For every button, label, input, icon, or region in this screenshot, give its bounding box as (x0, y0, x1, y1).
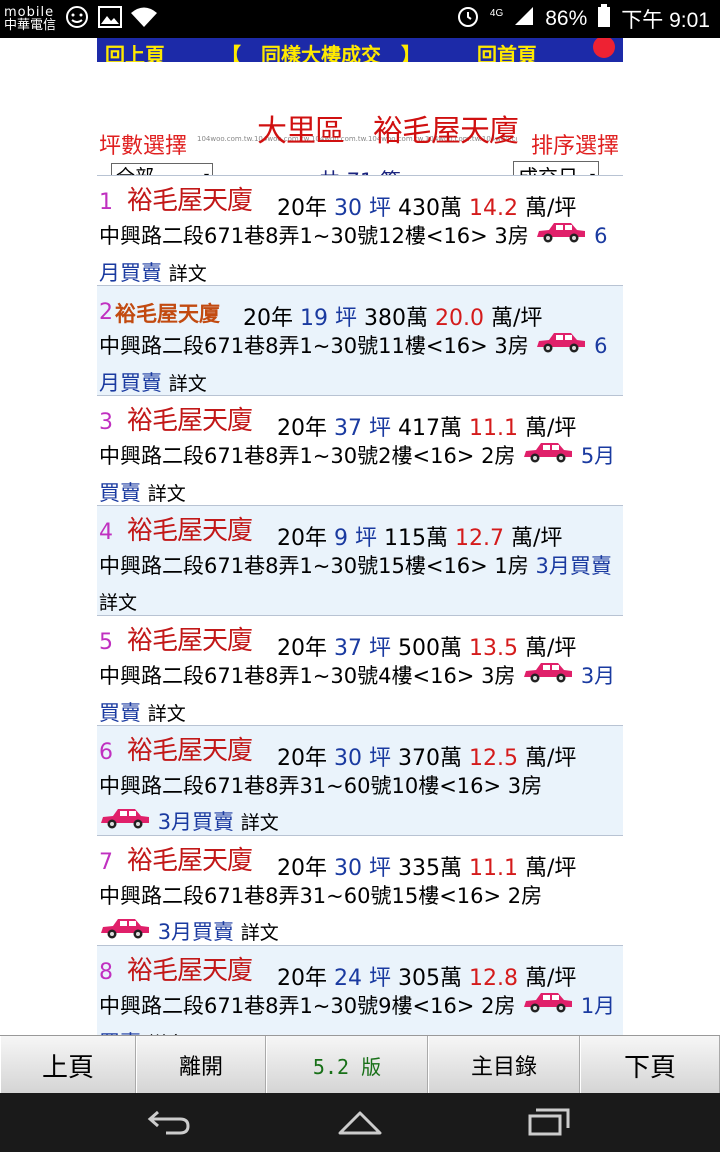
recent-apps-icon[interactable] (526, 1107, 572, 1141)
web-content: 回上頁 【 同樣大樓成交 】 回首頁 104woo.com.tw.104woo.… (97, 38, 623, 1035)
car-icon (522, 659, 574, 695)
home-link[interactable]: 回首頁 (477, 39, 537, 62)
listing-month: 3月買賣 (157, 810, 235, 834)
detail-link[interactable]: 詳文 (148, 483, 186, 505)
listing-address: 中興路二段671巷8弄1~30號4樓<16> 3房 (99, 664, 516, 688)
listing-detail-row: 中興路二段671巷8弄1~30號2樓<16> 2房 5月買賣 詳文 (99, 438, 617, 512)
back-link[interactable]: 回上頁 (105, 39, 165, 62)
listing-item[interactable]: 7 裕毛屋天廈 20年 30 坪 335萬 11.1 萬/坪 中興路二段671巷8弄3… (97, 835, 623, 945)
clock: 下午 9:01 (621, 9, 710, 32)
image-icon (98, 6, 123, 32)
listing-detail-row: 中興路二段671巷8弄1~30號15樓<16> 1房 3月買賣 詳文 (99, 548, 617, 621)
listing-address: 中興路二段671巷8弄1~30號12樓<16> 3房 (99, 224, 529, 248)
listing-address: 中興路二段671巷8弄1~30號9樓<16> 2房 (99, 994, 516, 1018)
listing-item[interactable]: 3 裕毛屋天廈 20年 37 坪 417萬 11.1 萬/坪 中興路二段671巷8弄1… (97, 395, 623, 505)
listing-building-name[interactable]: 裕毛屋天廈 (127, 180, 253, 217)
area-select-label: 坪數選擇 (99, 134, 188, 159)
main-menu-button[interactable]: 主目錄 (428, 1036, 580, 1094)
listing-item[interactable]: 6 裕毛屋天廈 20年 30 坪 370萬 12.5 萬/坪 中興路二段671巷8弄3… (97, 725, 623, 835)
listing-building-name[interactable]: 裕毛屋天廈 (127, 950, 253, 987)
detail-link[interactable]: 詳文 (241, 922, 279, 944)
carrier-sub: 中華電信 (4, 18, 57, 33)
listing-address: 中興路二段671巷8弄31~60號15樓<16> 2房 (99, 884, 543, 908)
listing-number: 1 (99, 190, 113, 215)
listing-month: 3月買賣 (535, 554, 612, 578)
listing-building-name[interactable]: 裕毛屋天廈 (127, 840, 253, 877)
detail-link[interactable]: 詳文 (169, 373, 207, 395)
listing-building-name[interactable]: 裕毛屋天廈 (115, 298, 220, 328)
listing-number: 5 (99, 630, 113, 655)
listing-number: 3 (99, 410, 113, 435)
alarm-icon (456, 4, 480, 34)
listing-detail-row: 中興路二段671巷8弄1~30號12樓<16> 3房 6月買賣 詳文 (99, 218, 617, 292)
detail-link[interactable]: 詳文 (99, 592, 137, 614)
car-icon (535, 219, 587, 255)
detail-link[interactable]: 詳文 (241, 812, 279, 834)
page-title: 大里區 裕毛屋天廈 (257, 114, 519, 149)
listing-number: 6 (99, 740, 113, 765)
sort-select-label: 排序選擇 (530, 134, 619, 159)
car-icon (535, 329, 587, 365)
listing-item[interactable]: 8 裕毛屋天廈 20年 24 坪 305萬 12.8 萬/坪 中興路二段671巷8弄1… (97, 945, 623, 1035)
listing-item[interactable]: 4 裕毛屋天廈 20年 9 坪 115萬 12.7 萬/坪 中興路二段671巷8弄1~… (97, 505, 623, 615)
back-icon[interactable] (146, 1107, 192, 1141)
listing-detail-row: 中興路二段671巷8弄1~30號11樓<16> 3房 6月買賣 詳文 (99, 328, 617, 402)
exit-button[interactable]: 離開 (136, 1036, 266, 1094)
listing-building-name[interactable]: 裕毛屋天廈 (127, 730, 253, 767)
android-nav-bar (0, 1093, 720, 1152)
listing-address: 中興路二段671巷8弄1~30號11樓<16> 3房 (99, 334, 529, 358)
listing-number: 7 (99, 850, 113, 875)
listing-item[interactable]: 2 裕毛屋天廈 20年 19 坪 380萬 20.0 萬/坪 中興路二段671巷8弄1… (97, 285, 623, 395)
next-page-button[interactable]: 下頁 (580, 1036, 720, 1094)
detail-link[interactable]: 詳文 (169, 263, 207, 285)
face-icon (64, 4, 90, 34)
car-icon (522, 439, 574, 475)
page-header: 104woo.com.tw.104woo.com.tw.104woo.com.t… (97, 62, 623, 193)
listing-detail-row: 中興路二段671巷8弄1~30號9樓<16> 2房 1月買賣 詳文 (99, 988, 617, 1035)
listing-building-name[interactable]: 裕毛屋天廈 (127, 620, 253, 657)
same-building-link[interactable]: 【 同樣大樓成交 】 (221, 39, 421, 62)
version-button[interactable]: 5.2 版 (266, 1036, 428, 1094)
carrier-logo: mobile 中華電信 (4, 6, 56, 32)
listing-detail-row: 中興路二段671巷8弄31~60號15樓<16> 2房 3月買賣 詳文 (99, 878, 617, 951)
listing-building-name[interactable]: 裕毛屋天廈 (127, 400, 253, 437)
prev-page-button[interactable]: 上頁 (0, 1036, 136, 1094)
listing-month: 3月買賣 (157, 920, 235, 944)
car-icon (522, 989, 574, 1025)
battery-icon (597, 4, 611, 34)
listing-detail-row: 中興路二段671巷8弄31~60號10樓<16> 3房 3月買賣 詳文 (99, 768, 617, 841)
top-nav: 回上頁 【 同樣大樓成交 】 回首頁 (97, 38, 623, 62)
listing-number: 4 (99, 520, 113, 545)
listing-address: 中興路二段671巷8弄1~30號15樓<16> 1房 (99, 554, 529, 578)
notification-dot[interactable] (593, 38, 615, 58)
detail-link[interactable]: 詳文 (148, 703, 186, 725)
status-bar: mobile 中華電信 4G 86% 下午 9:01 (0, 0, 720, 38)
listing-address: 中興路二段671巷8弄1~30號2樓<16> 2房 (99, 444, 516, 468)
wifi-icon (130, 5, 158, 33)
signal-icon (513, 5, 535, 33)
listing-item[interactable]: 5 裕毛屋天廈 20年 37 坪 500萬 13.5 萬/坪 中興路二段671巷8弄1… (97, 615, 623, 725)
bottom-toolbar: 上頁 離開 5.2 版 主目錄 下頁 (0, 1035, 720, 1094)
listing-number: 2 (99, 300, 113, 325)
network-type: 4G (489, 7, 504, 19)
listing-item[interactable]: 1 裕毛屋天廈 20年 30 坪 430萬 14.2 萬/坪 中興路二段671巷8弄1… (97, 175, 623, 285)
listing-detail-row: 中興路二段671巷8弄1~30號4樓<16> 3房 3月買賣 詳文 (99, 658, 617, 732)
listing-number: 8 (99, 960, 113, 985)
listing-list: 1 裕毛屋天廈 20年 30 坪 430萬 14.2 萬/坪 中興路二段671巷8弄1… (97, 175, 623, 1035)
listing-address: 中興路二段671巷8弄31~60號10樓<16> 3房 (99, 774, 543, 798)
home-icon[interactable] (336, 1107, 384, 1141)
battery-level: 86% (545, 7, 588, 30)
listing-building-name[interactable]: 裕毛屋天廈 (127, 510, 253, 547)
